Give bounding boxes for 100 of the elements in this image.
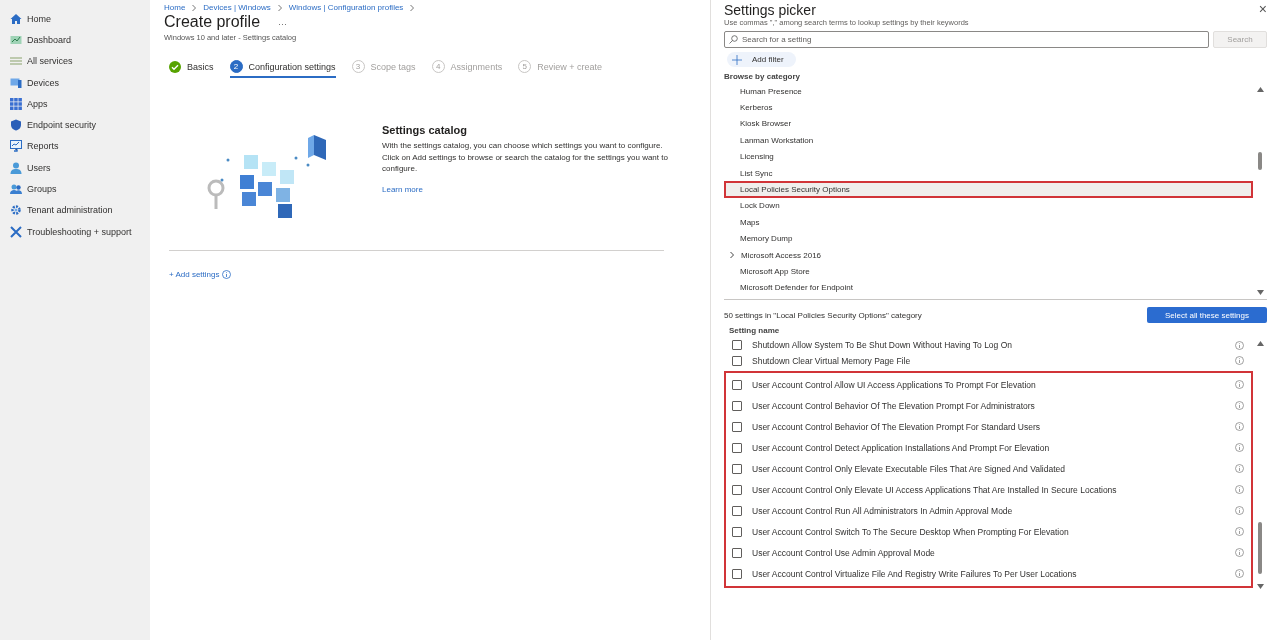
info-icon bbox=[222, 270, 232, 279]
breadcrumb-link[interactable]: Devices | Windows bbox=[203, 3, 271, 12]
add-settings-link[interactable]: + Add settings bbox=[169, 270, 220, 279]
category-item[interactable]: List Sync bbox=[724, 164, 1253, 182]
info-icon bbox=[1235, 380, 1244, 389]
setting-name: Shutdown Allow System To Be Shut Down Without Having To Log On bbox=[752, 340, 1014, 350]
category-item[interactable]: Microsoft Defender for Endpoint bbox=[724, 279, 1253, 297]
settings-count: 50 settings in "Local Policies Security Options" category bbox=[724, 310, 922, 320]
more-button[interactable]: ··· bbox=[278, 19, 288, 29]
setting-name: User Account Control Switch To The Secure Desktop When Prompting For Elevation bbox=[752, 526, 1070, 537]
sidebar-item[interactable]: Tenant administration bbox=[10, 199, 150, 221]
checkbox[interactable] bbox=[732, 355, 742, 366]
setting-name: User Account Control Behavior Of The Elevation Prompt For Standard Users bbox=[752, 421, 1042, 432]
chevron-right-icon bbox=[409, 3, 416, 12]
people-icon bbox=[10, 183, 22, 195]
info-icon bbox=[1235, 422, 1244, 431]
person-icon bbox=[10, 161, 22, 174]
sidebar-item[interactable]: Devices bbox=[10, 71, 150, 94]
checkbox[interactable] bbox=[732, 568, 742, 579]
sidebar-item[interactable]: Troubleshooting + support bbox=[10, 220, 150, 243]
chevron-right-icon bbox=[276, 3, 283, 12]
setting-name: User Account Control Only Elevate UI Access Applications That Are Installed In Secure Locations bbox=[752, 484, 1118, 495]
monitor-icon bbox=[10, 76, 22, 89]
checkbox[interactable] bbox=[732, 463, 742, 474]
catalog-description: With the settings catalog, you can choose which settings you want to configure. Click on Add settings to browse or search the catalog for the settings you want to configure. bbox=[382, 140, 669, 175]
category-item[interactable]: Lanman Workstation bbox=[724, 132, 1253, 149]
monitor-chart-icon bbox=[10, 140, 22, 153]
checkbox[interactable] bbox=[732, 442, 742, 453]
add-filter-button[interactable]: Add filter bbox=[727, 52, 796, 67]
sidebar-item[interactable]: Apps bbox=[10, 93, 150, 115]
list-icon bbox=[10, 55, 22, 68]
category-item[interactable]: Lock Down bbox=[724, 197, 1253, 215]
info-icon bbox=[1235, 401, 1244, 410]
checkbox[interactable] bbox=[732, 526, 742, 537]
checkbox[interactable] bbox=[732, 340, 742, 350]
arrow-up-icon bbox=[1256, 341, 1264, 346]
breadcrumb-link[interactable]: Windows | Configuration profiles bbox=[288, 3, 404, 12]
home-icon bbox=[10, 12, 22, 25]
learn-more-link[interactable]: Learn more bbox=[382, 184, 423, 194]
column-header: Setting name bbox=[728, 326, 781, 335]
info-icon bbox=[1235, 548, 1244, 557]
setting-name: User Account Control Behavior Of The Elevation Prompt For Administrators bbox=[752, 400, 1036, 411]
category-item[interactable]: Memory Dump bbox=[724, 230, 1253, 247]
info-icon bbox=[1235, 527, 1244, 536]
checkbox[interactable] bbox=[732, 484, 742, 495]
plus-icon bbox=[732, 54, 742, 65]
checkbox[interactable] bbox=[732, 547, 742, 558]
sidebar-item[interactable]: Groups bbox=[10, 178, 150, 200]
page-title: Create profile bbox=[164, 13, 261, 31]
setting-name: User Account Control Allow UI Access Applications To Prompt For Elevation bbox=[752, 379, 1037, 390]
info-icon bbox=[1235, 569, 1244, 578]
category-item[interactable]: Microsoft App Store bbox=[724, 263, 1253, 280]
sidebar-item[interactable]: Reports bbox=[10, 135, 150, 158]
sidebar-item[interactable]: Endpoint security bbox=[10, 114, 150, 136]
info-icon bbox=[1235, 485, 1244, 494]
setting-name: User Account Control Detect Application Installations And Prompt For Elevation bbox=[752, 442, 1051, 453]
arrow-down-icon bbox=[1256, 290, 1264, 295]
search-icon bbox=[729, 35, 738, 44]
grid-icon bbox=[10, 97, 22, 110]
checkbox[interactable] bbox=[732, 400, 742, 411]
arrow-up-icon bbox=[1256, 87, 1264, 92]
category-item[interactable]: Kerberos bbox=[724, 99, 1253, 116]
sidebar-item[interactable]: Home bbox=[10, 8, 150, 30]
wizard-step[interactable]: 2 Configuration settings bbox=[229, 60, 336, 78]
check-circle-icon bbox=[169, 60, 181, 73]
search-field[interactable]: Search for a setting bbox=[724, 31, 1209, 48]
info-icon bbox=[1235, 341, 1244, 350]
sidebar-item[interactable]: Dashboard bbox=[10, 29, 150, 51]
section-label: Browse by category bbox=[724, 72, 802, 81]
breadcrumb-link[interactable]: Home bbox=[164, 3, 186, 12]
checkbox[interactable] bbox=[732, 379, 742, 390]
info-icon bbox=[1235, 443, 1244, 452]
setting-name: User Account Control Run All Administrators In Admin Approval Mode bbox=[752, 505, 1014, 516]
chevron-right-icon bbox=[729, 251, 735, 260]
category-item[interactable]: Local Policies Security Options bbox=[724, 181, 1253, 198]
shield-icon bbox=[10, 119, 22, 132]
checkbox[interactable] bbox=[732, 505, 742, 516]
info-icon bbox=[1235, 506, 1244, 515]
checkbox[interactable] bbox=[732, 421, 742, 432]
category-item[interactable]: Licensing bbox=[724, 148, 1253, 165]
wizard-step[interactable]: Basics bbox=[169, 60, 214, 78]
step-number: 2 bbox=[229, 60, 243, 73]
category-item[interactable]: Maps bbox=[724, 214, 1253, 231]
info-icon bbox=[1235, 464, 1244, 473]
category-item[interactable]: Human Presence bbox=[724, 83, 1253, 100]
info-icon bbox=[1235, 356, 1244, 365]
arrow-down-icon bbox=[1256, 584, 1264, 589]
sidebar-item[interactable]: Users bbox=[10, 157, 150, 179]
chevron-right-icon bbox=[191, 3, 198, 12]
setting-name: Shutdown Clear Virtual Memory Page File bbox=[752, 355, 912, 366]
category-item[interactable]: Kiosk Browser bbox=[724, 115, 1253, 133]
setting-name: User Account Control Virtualize File And Registry Write Failures To Per User Locations bbox=[752, 568, 1078, 579]
select-all-button[interactable]: Select all these settings bbox=[1147, 307, 1267, 323]
setting-name: User Account Control Use Admin Approval Mode bbox=[752, 547, 936, 558]
setting-name: User Account Control Only Elevate Executable Files That Are Signed And Validated bbox=[752, 463, 1066, 474]
sidebar-item[interactable]: All services bbox=[10, 50, 150, 72]
panel-title: Settings picker bbox=[724, 2, 816, 18]
chart-icon bbox=[10, 33, 22, 46]
category-item[interactable]: Microsoft Access 2016 bbox=[724, 246, 1253, 264]
close-button[interactable]: × bbox=[1258, 2, 1267, 16]
